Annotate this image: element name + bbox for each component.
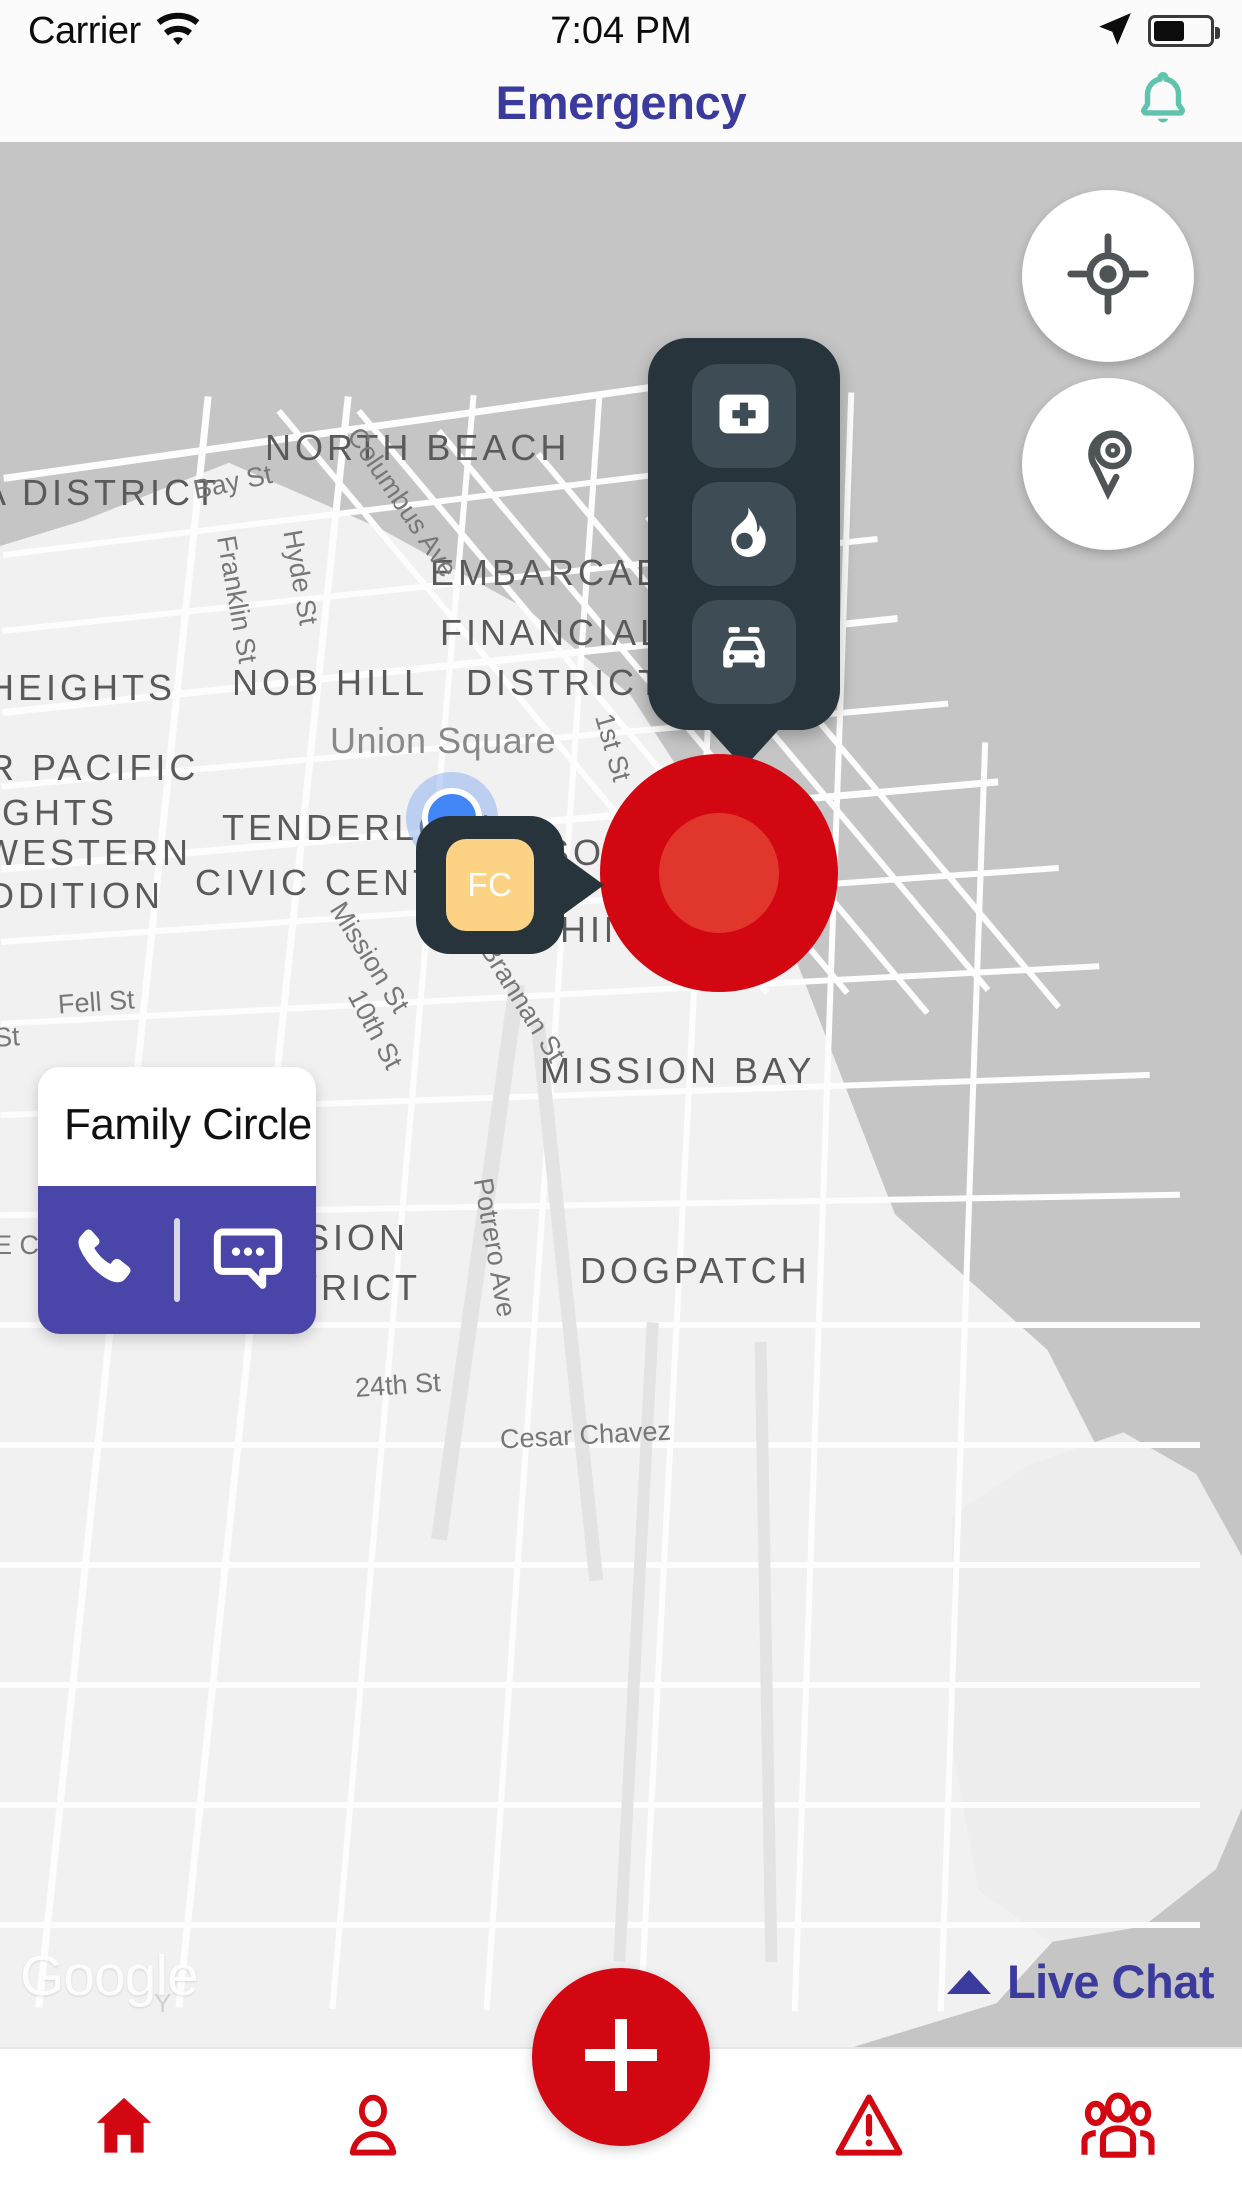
call-button[interactable]	[38, 1220, 174, 1301]
place-marker-button[interactable]	[1022, 378, 1194, 550]
nav-groups[interactable]	[994, 2049, 1242, 2208]
nav-profile[interactable]	[248, 2049, 496, 2208]
people-group-icon	[1077, 2085, 1159, 2172]
family-circle-card[interactable]: Family Circle	[38, 1067, 316, 1334]
battery-icon	[1148, 15, 1220, 47]
incident-circle[interactable]	[600, 754, 838, 992]
incident-circle-inner	[659, 813, 779, 933]
google-attribution-sub: Y	[154, 1988, 172, 2018]
map-pin-icon	[1067, 421, 1149, 508]
page-title: Emergency	[495, 75, 747, 129]
home-icon	[86, 2088, 162, 2169]
location-arrow-icon	[1096, 10, 1134, 53]
police-car-icon	[712, 618, 776, 687]
live-chat-button[interactable]: Live Chat	[946, 1954, 1215, 2009]
my-location-button[interactable]	[1022, 190, 1194, 362]
status-bar: Carrier 7:04 PM	[0, 0, 1242, 62]
warning-triangle-icon	[830, 2087, 908, 2170]
contact-initials: FC	[446, 839, 534, 931]
family-circle-title: Family Circle	[64, 1100, 312, 1149]
nav-home[interactable]	[0, 2049, 248, 2208]
family-circle-actions	[38, 1186, 316, 1334]
notifications-button[interactable]	[1128, 67, 1198, 137]
contact-marker[interactable]: FC	[416, 816, 564, 954]
status-bar-right	[1096, 10, 1220, 53]
person-icon	[336, 2089, 410, 2168]
status-bar-time: 7:04 PM	[550, 9, 692, 52]
medical-cross-icon	[713, 383, 775, 450]
app-header: Emergency	[0, 62, 1242, 142]
medical-service-button[interactable]	[692, 364, 796, 468]
family-circle-card-header: Family Circle	[38, 1067, 316, 1186]
map-canvas[interactable]: NORTH BEACH A DISTRICT EMBARCADER FINANC…	[0, 142, 1242, 2047]
plus-icon	[573, 2007, 669, 2108]
nav-alerts[interactable]	[745, 2049, 993, 2208]
emergency-services-callout	[648, 338, 840, 730]
battery-fill	[1154, 21, 1184, 41]
add-emergency-fab[interactable]	[532, 1968, 710, 2146]
phone-icon	[68, 1220, 144, 1301]
flame-icon	[714, 502, 774, 567]
fire-service-button[interactable]	[692, 482, 796, 586]
chat-bubble-icon	[208, 1218, 288, 1303]
message-button[interactable]	[180, 1218, 316, 1303]
bell-icon	[1132, 69, 1194, 136]
police-service-button[interactable]	[692, 600, 796, 704]
crosshair-icon	[1065, 231, 1151, 322]
caret-up-icon	[946, 1969, 991, 1994]
live-chat-label: Live Chat	[1006, 1955, 1215, 2008]
